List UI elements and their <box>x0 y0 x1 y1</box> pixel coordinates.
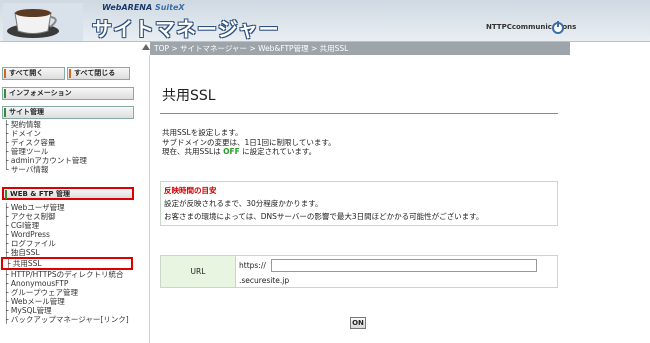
sidebar-item-access[interactable]: ├ アクセス制御 <box>4 212 133 221</box>
breadcrumb: TOP > サイトマネージャー > Web&FTP管理 > 共用SSL <box>150 42 570 55</box>
url-prefix: https:// <box>239 261 266 270</box>
sidebar-item-tools[interactable]: ├ 管理ツール <box>4 147 87 156</box>
notice-body: 設定が反映されるまで、30分程度かかります。 お客さまの環境によっては、DNSサ… <box>164 197 483 223</box>
notice-box: 反映時間の目安 設定が反映されるまで、30分程度かかります。 お客さまの環境によ… <box>160 181 558 226</box>
up-arrow-icon[interactable] <box>142 44 150 50</box>
sidebar-item-anonymous-ftp[interactable]: ├ AnonymousFTP <box>4 279 133 288</box>
desc-line: サブドメインの変更は、1日1回に制限しています。 <box>162 137 336 147</box>
close-all-button[interactable]: すべて閉じる <box>67 67 130 80</box>
app-title: サイトマネージャー <box>92 17 280 41</box>
status-badge: OFF <box>223 147 240 156</box>
status-line: 現在、共用SSLは OFF に設定されています。 <box>162 147 317 156</box>
sidebar-item-https-merge[interactable]: ├ HTTP/HTTPSのディレクトリ統合 <box>4 270 133 279</box>
web-tree: ├ Webユーザ管理 ├ アクセス制御 ├ CGI管理 ├ WordPress … <box>1 203 133 324</box>
sidebar-item-server[interactable]: └ サーバ情報 <box>4 165 87 174</box>
url-suffix: .securesite.jp <box>239 276 290 285</box>
app-header: WebARENA SuiteX サイトマネージャー NTTPCcommunica… <box>0 0 650 42</box>
sidebar-item-groupware[interactable]: ├ グループウェア管理 <box>4 288 133 297</box>
notice-line: 設定が反映されるまで、30分程度かかります。 <box>164 199 323 208</box>
sidebar-item-webmail[interactable]: ├ Webメール管理 <box>4 297 133 306</box>
site-tree: ├ 契約情報 ├ ドメイン ├ ディスク容量 ├ 管理ツール ├ adminアカ… <box>4 120 87 174</box>
sidebar-item-logfile[interactable]: ├ ログファイル <box>4 239 133 248</box>
sidebar-item-backup[interactable]: ├ バックアップマネージャー[リンク] <box>4 315 133 324</box>
right-margin <box>570 42 650 343</box>
sidebar-section-info[interactable]: インフォメーション <box>2 87 134 100</box>
coffee-cup-logo <box>3 3 83 41</box>
brand-small: WebARENA SuiteX <box>102 3 185 12</box>
page-title: 共用SSL <box>162 88 216 104</box>
power-icon[interactable] <box>552 21 564 34</box>
title-divider <box>160 113 558 114</box>
on-button[interactable]: ON <box>350 317 366 329</box>
sidebar-item-domain[interactable]: ├ ドメイン <box>4 129 87 138</box>
sidebar: すべて開く すべて閉じる インフォメーション サイト管理 ├ 契約情報 ├ ドメ… <box>0 55 150 343</box>
url-label: URL <box>161 256 236 287</box>
sidebar-section-site[interactable]: サイト管理 <box>2 106 134 119</box>
notice-line: お客さまの環境によっては、DNSサーバーの影響で最大3日間ほどかかる可能性がござ… <box>164 212 484 221</box>
open-all-button[interactable]: すべて開く <box>2 67 65 80</box>
sidebar-item-contract[interactable]: ├ 契約情報 <box>4 120 87 129</box>
sidebar-item-admin[interactable]: ├ adminアカウント管理 <box>4 156 87 165</box>
sidebar-item-mysql[interactable]: ├ MySQL管理 <box>4 306 133 315</box>
desc-line: 共用SSLを設定します。 <box>162 128 243 137</box>
subdomain-input[interactable] <box>271 259 537 272</box>
sidebar-item-ssl[interactable]: ├ 独自SSL <box>4 248 133 257</box>
sidebar-section-web-ftp[interactable]: WEB & FTP 管理 <box>2 187 134 200</box>
description: 共用SSLを設定します。 サブドメインの変更は、1日1回に制限しています。 現在… <box>162 128 336 157</box>
url-form: URL https:// .securesite.jp <box>160 255 558 288</box>
sidebar-item-cgi[interactable]: ├ CGI管理 <box>4 221 133 230</box>
sidebar-item-web-user[interactable]: ├ Webユーザ管理 <box>4 203 133 212</box>
notice-heading: 反映時間の目安 <box>164 186 217 195</box>
sidebar-item-wordpress[interactable]: ├ WordPress <box>4 230 133 239</box>
main-content: 共用SSL 共用SSLを設定します。 サブドメインの変更は、1日1回に制限してい… <box>150 55 570 343</box>
sidebar-item-disk[interactable]: ├ ディスク容量 <box>4 138 87 147</box>
sidebar-item-shared-ssl[interactable]: ├ 共用SSL <box>1 257 133 270</box>
